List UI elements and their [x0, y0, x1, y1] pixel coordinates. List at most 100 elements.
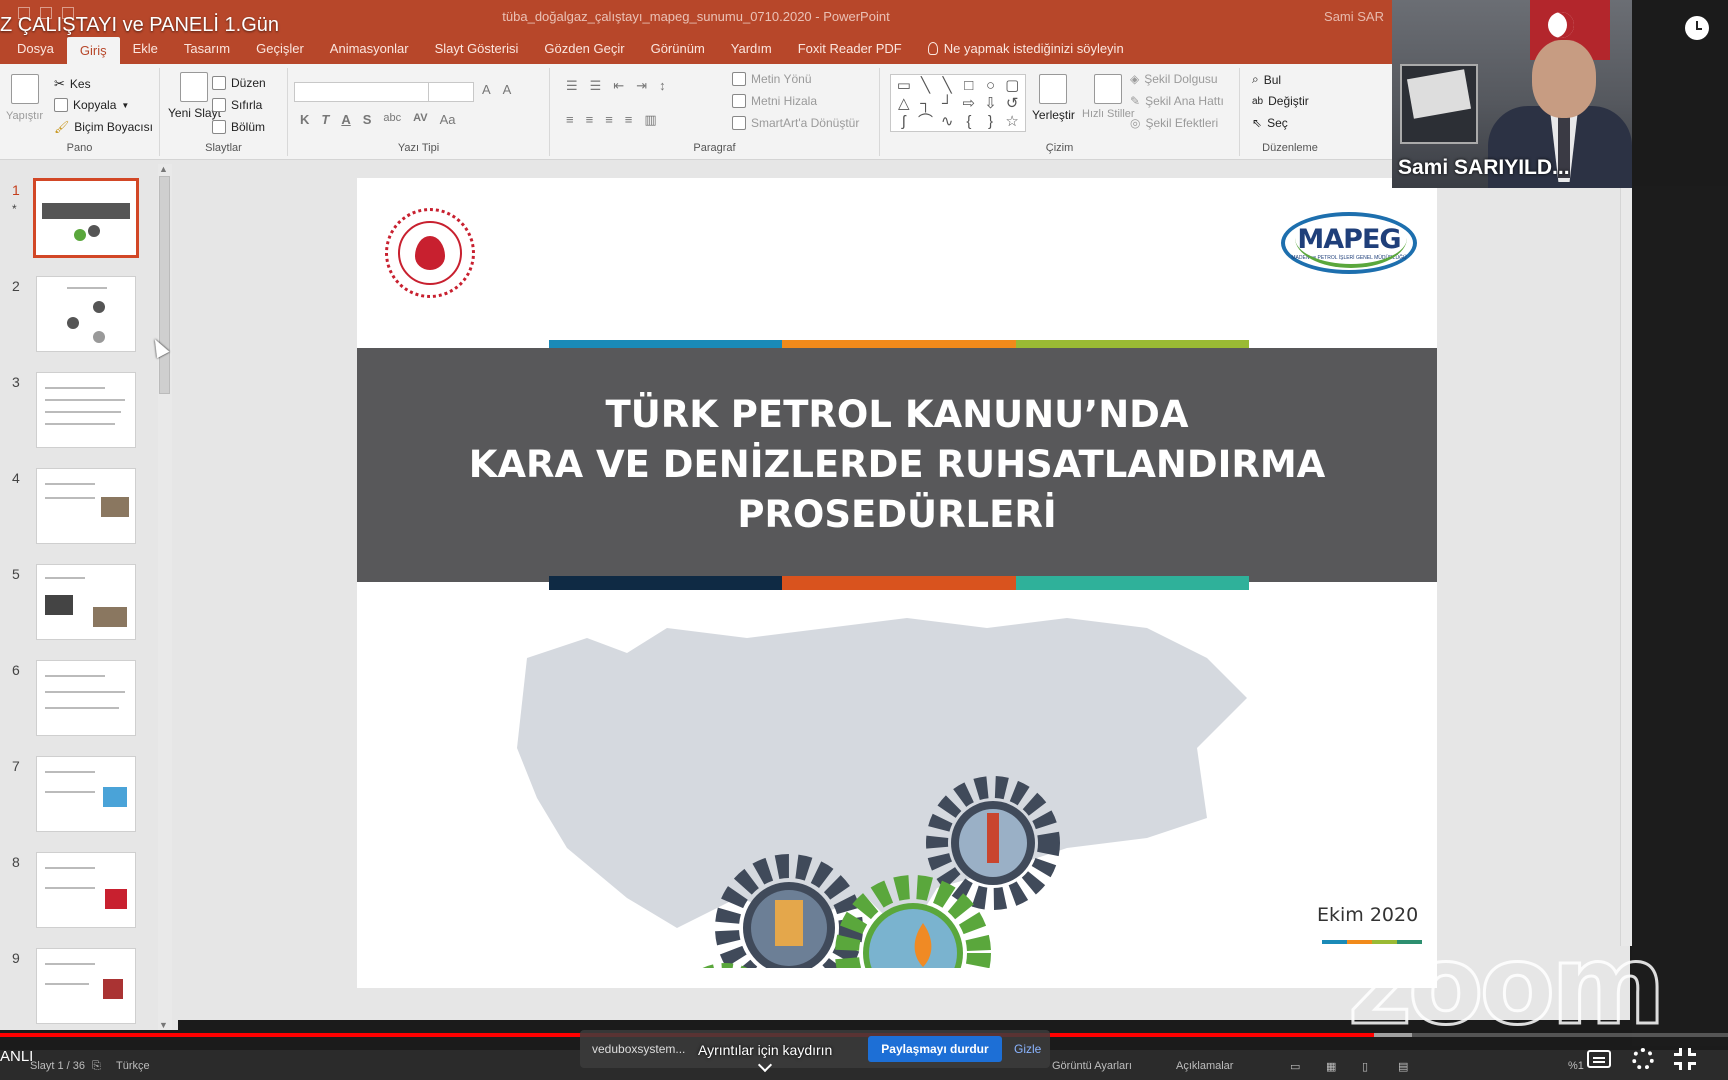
tab-animasyonlar[interactable]: Animasyonlar — [317, 41, 422, 64]
tab-yardim[interactable]: Yardım — [718, 41, 785, 64]
decrease-indent-icon[interactable]: ⇤ — [613, 78, 624, 94]
change-case-button[interactable]: Aa — [440, 112, 456, 127]
tab-foxit[interactable]: Foxit Reader PDF — [785, 41, 915, 64]
arrow-right-shape-icon[interactable]: ⇨ — [958, 95, 980, 113]
reading-view-icon[interactable]: ▯ — [1362, 1060, 1368, 1073]
triangle-shape-icon[interactable]: △ — [893, 95, 915, 113]
star-shape-icon[interactable]: ☆ — [1001, 113, 1023, 131]
thumbnail-scrollbar[interactable]: ▲ ▼ — [158, 164, 172, 1030]
tab-tasarim[interactable]: Tasarım — [171, 41, 243, 64]
arrange-button[interactable]: Yerleştir — [1032, 74, 1075, 122]
line-spacing-icon[interactable]: ↕ — [659, 78, 666, 94]
cut-button[interactable]: ✂ Kes — [54, 76, 91, 92]
tab-giris[interactable]: Giriş — [66, 37, 120, 64]
rounded-rect-shape-icon[interactable]: ▢ — [1001, 77, 1023, 95]
comments-button[interactable]: Açıklamalar — [1176, 1060, 1233, 1072]
justify-icon[interactable]: ≡ — [625, 112, 633, 128]
shrink-font-button[interactable]: A — [503, 82, 512, 97]
strikethrough-button[interactable]: abc — [383, 112, 401, 127]
curve-shape-icon[interactable]: ⌒ — [915, 113, 937, 131]
slide-scrollbar[interactable] — [1620, 186, 1632, 946]
language-indicator[interactable]: Türkçe — [116, 1060, 150, 1072]
scroll-for-details-hint[interactable]: Ayrıntılar için kaydırın — [698, 1042, 832, 1058]
video-title[interactable]: Z ÇALIŞTAYI ve PANELİ 1.Gün — [0, 14, 279, 37]
bold-button[interactable]: K — [300, 112, 309, 127]
freeform-shape-icon[interactable]: ʃ — [893, 113, 915, 131]
display-settings-button[interactable]: Görüntü Ayarları — [1052, 1060, 1132, 1072]
font-size-combo[interactable] — [428, 82, 474, 102]
hide-button[interactable]: Gizle — [1014, 1042, 1041, 1056]
smartart-button[interactable]: SmartArt'a Dönüştür — [732, 116, 859, 130]
bullets-icon[interactable]: ☰ — [566, 78, 578, 94]
thumbnail-slide-9[interactable]: 9 — [0, 948, 178, 1038]
section-button[interactable]: Bölüm — [212, 120, 265, 134]
thumbnail-slide-7[interactable]: 7 — [0, 756, 178, 846]
watch-later-clock-icon[interactable] — [1685, 16, 1709, 40]
scroll-down-arrow-icon[interactable]: ▼ — [159, 1020, 168, 1030]
text-direction-button[interactable]: Metin Yönü — [732, 72, 812, 86]
numbering-icon[interactable]: ☰ — [590, 78, 602, 94]
tab-slayt-gosterisi[interactable]: Slayt Gösterisi — [422, 41, 532, 64]
zoom-level[interactable]: %1 — [1568, 1060, 1584, 1072]
paste-button[interactable]: Yapıştır — [6, 74, 43, 122]
layout-button[interactable]: Düzen — [212, 76, 266, 90]
shadow-button[interactable]: S — [363, 112, 372, 127]
columns-icon[interactable]: ▥ — [644, 112, 656, 128]
font-name-combo[interactable] — [294, 82, 430, 102]
thumbnail-slide-4[interactable]: 4 — [0, 468, 178, 558]
arrow-down-shape-icon[interactable]: ⇩ — [980, 95, 1002, 113]
settings-gear-icon[interactable] — [1632, 1048, 1654, 1070]
curve-shape-icon[interactable]: ↺ — [1001, 95, 1023, 113]
italic-button[interactable]: T — [321, 112, 329, 127]
tab-gozden-gecir[interactable]: Gözden Geçir — [531, 41, 637, 64]
character-spacing-button[interactable]: AV — [413, 112, 427, 127]
slide-1[interactable]: MAPEG MADEN ve PETROL İŞLERİ GENEL MÜDÜR… — [357, 178, 1437, 988]
thumbnail-slide-8[interactable]: 8 — [0, 852, 178, 942]
subtitles-icon[interactable] — [1587, 1050, 1611, 1068]
thumbnail-slide-6[interactable]: 6 — [0, 660, 178, 750]
select-button[interactable]: ⇖ Seç — [1252, 116, 1288, 130]
slideshow-icon[interactable]: ▤ — [1398, 1060, 1408, 1073]
tab-gecisler[interactable]: Geçişler — [243, 41, 317, 64]
reset-button[interactable]: Sıfırla — [212, 98, 262, 112]
shape-outline-button[interactable]: ✎ Şekil Ana Hattı — [1130, 94, 1224, 108]
format-painter-button[interactable]: 🖌 Biçim Boyacısı — [54, 120, 153, 134]
line-shape-icon[interactable]: ╲ — [915, 77, 937, 95]
line-shape-icon[interactable]: ╲ — [936, 77, 958, 95]
shape-fill-button[interactable]: ◈ Şekil Dolgusu — [1130, 72, 1218, 86]
connector-shape-icon[interactable]: ┘ — [936, 95, 958, 113]
tab-dosya[interactable]: Dosya — [4, 41, 67, 64]
align-text-button[interactable]: Metni Hizala — [732, 94, 817, 108]
thumbnail-slide-1[interactable]: 1 * — [0, 178, 178, 270]
scrollbar-thumb[interactable] — [159, 176, 170, 394]
thumbnail-slide-3[interactable]: 3 — [0, 372, 178, 462]
shape-effects-button[interactable]: ◎ Şekil Efektleri — [1130, 116, 1218, 130]
shapes-gallery[interactable]: ▭ ╲ ╲ □ ○ ▢ △ ┐ ┘ ⇨ ⇩ ↺ ʃ ⌒ ∿ { } ☆ — [890, 74, 1026, 132]
quick-styles-button[interactable]: Hızlı Stiller — [1082, 74, 1135, 120]
participant-video-tile[interactable]: Sami SARIYILD... — [1392, 0, 1632, 188]
stop-share-button[interactable]: Paylaşmayı durdur — [868, 1036, 1002, 1062]
replace-button[interactable]: ab Değiştir — [1252, 94, 1309, 108]
exit-fullscreen-icon[interactable] — [1674, 1048, 1696, 1070]
textbox-shape-icon[interactable]: ▭ — [893, 77, 915, 95]
align-center-icon[interactable]: ≡ — [586, 112, 594, 128]
brace-shape-icon[interactable]: } — [980, 113, 1002, 131]
grow-font-button[interactable]: A — [482, 82, 491, 97]
find-button[interactable]: ⌕ Bul — [1252, 72, 1281, 87]
slide-sorter-icon[interactable]: ▦ — [1326, 1060, 1336, 1073]
oval-shape-icon[interactable]: ○ — [980, 77, 1002, 95]
underline-button[interactable]: A — [341, 112, 350, 127]
scroll-up-arrow-icon[interactable]: ▲ — [159, 164, 168, 174]
tab-ekle[interactable]: Ekle — [120, 41, 171, 64]
thumbnail-slide-2[interactable]: 2 — [0, 276, 178, 366]
increase-indent-icon[interactable]: ⇥ — [636, 78, 647, 94]
signed-in-user[interactable]: Sami SAR — [1324, 9, 1384, 24]
connector-shape-icon[interactable]: ┐ — [915, 95, 937, 113]
copy-button[interactable]: Kopyala ▼ — [54, 98, 129, 112]
spellcheck-icon[interactable]: ⎘ — [92, 1060, 101, 1073]
align-left-icon[interactable]: ≡ — [566, 112, 574, 128]
align-right-icon[interactable]: ≡ — [605, 112, 613, 128]
normal-view-icon[interactable]: ▭ — [1290, 1060, 1300, 1073]
tab-gorunum[interactable]: Görünüm — [638, 41, 718, 64]
tell-me-search[interactable]: Ne yapmak istediğinizi söyleyin — [915, 41, 1137, 64]
